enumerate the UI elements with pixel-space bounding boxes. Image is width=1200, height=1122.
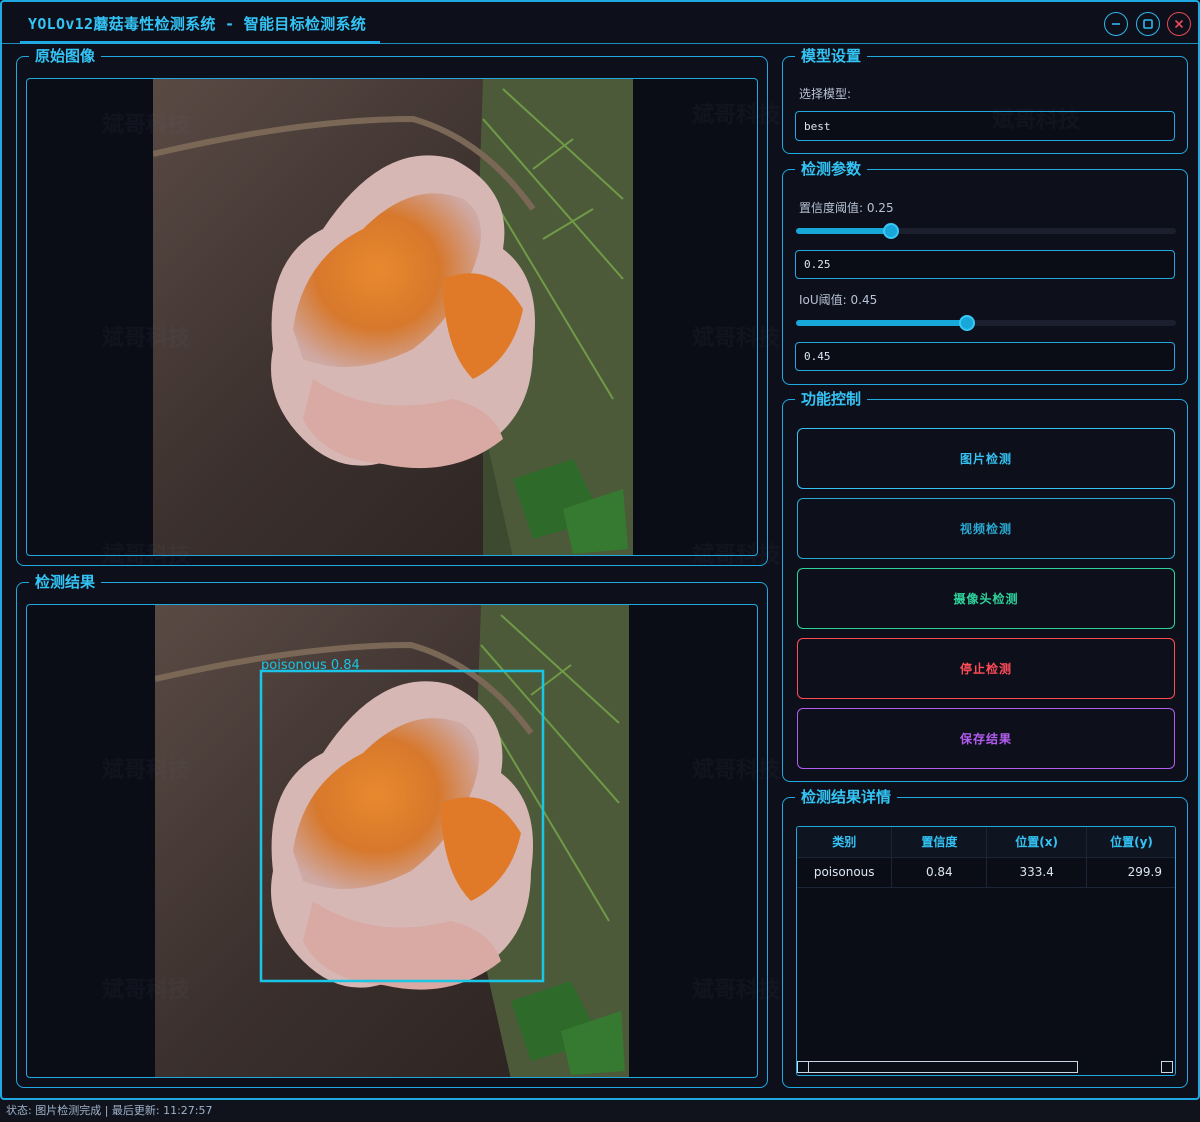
horizontal-scrollbar[interactable] — [797, 1061, 1078, 1073]
iou-label: IoU阈值: 0.45 — [799, 293, 878, 307]
detection-params-title: 检测参数 — [795, 160, 868, 178]
iou-input-value: 0.45 — [804, 350, 831, 363]
save-result-button[interactable]: 保存结果 — [797, 708, 1175, 769]
detection-params-panel: 检测参数 置信度阈值: 0.25 0.25 IoU阈值: 0.45 0.45 — [782, 160, 1188, 385]
iou-slider-fill — [796, 320, 967, 326]
model-settings-panel: 模型设置 选择模型: best — [782, 47, 1188, 154]
scrollbar-corner — [1161, 1061, 1173, 1073]
confidence-input-value: 0.25 — [804, 258, 831, 271]
table-cell-class: poisonous — [797, 857, 893, 888]
result-image-panel: 检测结果 poisonous 0.84 — [16, 573, 768, 1088]
maximize-icon — [1143, 19, 1153, 29]
result-mushroom-image: poisonous 0.84 — [155, 605, 629, 1077]
image-detect-button[interactable]: 图片检测 — [797, 428, 1175, 489]
video-detect-button[interactable]: 视频检测 — [797, 498, 1175, 559]
original-image-title: 原始图像 — [29, 47, 102, 65]
minimize-icon — [1112, 23, 1120, 25]
title-underline — [20, 41, 380, 44]
iou-input[interactable]: 0.45 — [795, 342, 1175, 371]
iou-slider[interactable] — [796, 315, 1176, 331]
table-cell-x: 333.4 — [986, 857, 1088, 888]
close-icon — [1174, 19, 1184, 29]
minimize-button[interactable] — [1104, 12, 1128, 36]
app-window: YOLOv12蘑菇毒性检测系统 - 智能目标检测系统 原始图像 检测结果 poi… — [0, 0, 1200, 1100]
table-header-row: 类别 置信度 位置(x) 位置(y) — [797, 827, 1175, 858]
table-header-y[interactable]: 位置(y) — [1086, 827, 1175, 858]
table-row[interactable]: poisonous 0.84 333.4 299.9 — [797, 857, 1175, 888]
table-header-x[interactable]: 位置(x) — [986, 827, 1088, 858]
iou-slider-handle[interactable] — [959, 315, 975, 331]
table-header-class[interactable]: 类别 — [797, 827, 893, 858]
camera-detect-button[interactable]: 摄像头检测 — [797, 568, 1175, 629]
original-image-panel: 原始图像 — [16, 47, 768, 566]
result-details-title: 检测结果详情 — [795, 788, 898, 806]
confidence-slider[interactable] — [796, 223, 1176, 239]
maximize-button[interactable] — [1136, 12, 1160, 36]
result-table-container: 类别 置信度 位置(x) 位置(y) poisonous 0.84 333.4 … — [796, 826, 1176, 1076]
confidence-input[interactable]: 0.25 — [795, 250, 1175, 279]
model-select-value: best — [804, 119, 831, 133]
result-image-frame: poisonous 0.84 — [26, 604, 758, 1078]
model-settings-title: 模型设置 — [795, 47, 868, 65]
detection-label: poisonous 0.84 — [261, 658, 360, 673]
function-controls-panel: 功能控制 图片检测 视频检测 摄像头检测 停止检测 保存结果 — [782, 390, 1188, 782]
close-button[interactable] — [1167, 12, 1191, 36]
stop-detect-button[interactable]: 停止检测 — [797, 638, 1175, 699]
table-cell-y: 299.9 — [1086, 857, 1175, 888]
original-mushroom-image — [153, 79, 633, 555]
scrollbar-divider — [808, 1062, 809, 1072]
result-details-panel: 检测结果详情 类别 置信度 位置(x) 位置(y) poisonous 0.84… — [782, 788, 1188, 1088]
table-cell-confidence: 0.84 — [891, 857, 988, 888]
table-header-confidence[interactable]: 置信度 — [891, 827, 988, 858]
window-title: YOLOv12蘑菇毒性检测系统 - 智能目标检测系统 — [28, 15, 367, 33]
model-select-label: 选择模型: — [799, 87, 852, 101]
model-select[interactable]: best — [795, 111, 1175, 141]
title-bar[interactable]: YOLOv12蘑菇毒性检测系统 - 智能目标检测系统 — [2, 2, 1198, 44]
confidence-label: 置信度阈值: 0.25 — [799, 201, 894, 215]
status-bar: 状态: 图片检测完成 | 最后更新: 11:27:57 — [0, 1100, 1200, 1122]
original-image-frame — [26, 78, 758, 556]
confidence-slider-fill — [796, 228, 891, 234]
confidence-slider-handle[interactable] — [883, 223, 899, 239]
result-table: 类别 置信度 位置(x) 位置(y) poisonous 0.84 333.4 … — [797, 827, 1175, 888]
result-image-title: 检测结果 — [29, 573, 102, 591]
function-controls-title: 功能控制 — [795, 390, 868, 408]
